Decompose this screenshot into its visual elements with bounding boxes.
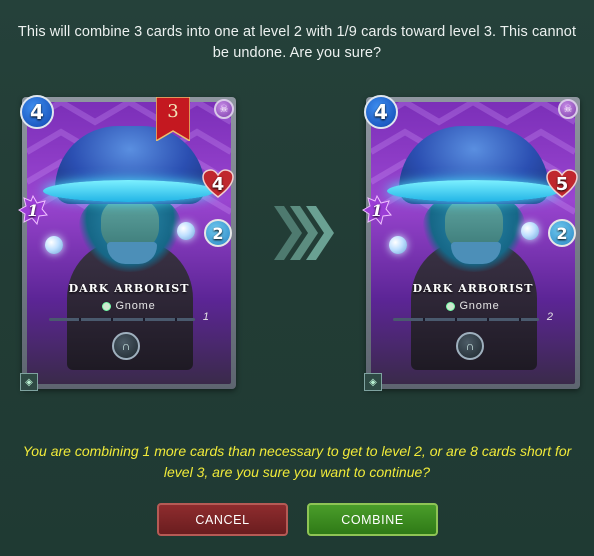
card-type: Gnome — [27, 300, 231, 312]
edition-icon: ◈ — [364, 373, 382, 391]
death-element-icon: ☠ — [558, 99, 578, 119]
card-art: DARK ARBORIST Gnome 2 ∩ — [371, 102, 575, 384]
edition-icon: ◈ — [20, 373, 38, 391]
magic-attack-stat: 1 — [18, 195, 48, 225]
magic-value: 1 — [27, 200, 39, 220]
death-element-icon: ☠ — [214, 99, 234, 119]
armor-stat: 2 — [204, 219, 232, 247]
confirm-message: This will combine 3 cards into one at le… — [17, 24, 577, 61]
ability-icon: ∩ — [112, 332, 140, 360]
magic-attack-stat: 1 — [362, 195, 392, 225]
armor-stat: 2 — [548, 219, 576, 247]
card-level: 1 — [202, 311, 209, 323]
ability-icon: ∩ — [456, 332, 484, 360]
combine-count-ribbon: 3 — [155, 96, 191, 143]
glowing-orb-left — [389, 236, 407, 254]
cancel-button[interactable]: CANCEL — [157, 503, 288, 536]
magic-value: 1 — [371, 200, 383, 220]
card-name: DARK ARBORIST — [412, 282, 534, 295]
card-art: DARK ARBORIST Gnome 1 ∩ — [27, 102, 231, 384]
health-value: 4 — [211, 173, 225, 195]
card-type-label: Gnome — [115, 300, 156, 312]
card-type: Gnome — [371, 300, 575, 312]
health-stat: 4 — [202, 169, 234, 199]
combine-arrow-icon — [274, 206, 334, 260]
combine-count: 3 — [167, 101, 179, 122]
health-stat: 5 — [546, 169, 578, 199]
combine-button[interactable]: COMBINE — [307, 503, 438, 536]
glowing-orb-left — [45, 236, 63, 254]
mana-cost: 4 — [20, 95, 54, 129]
gnome-type-icon — [446, 301, 456, 311]
card-level: 2 — [546, 311, 553, 323]
gnome-type-icon — [102, 301, 112, 311]
level-progress-bar — [393, 318, 539, 321]
warning-message: You are combining 1 more cards than nece… — [22, 443, 572, 480]
card-type-label: Gnome — [459, 300, 500, 312]
glowing-orb-right — [521, 222, 539, 240]
health-value: 5 — [555, 173, 569, 195]
mushroom-hat-rim — [387, 180, 559, 202]
card-name: DARK ARBORIST — [68, 282, 190, 295]
card-after-combine: DARK ARBORIST Gnome 2 ∩ 4 ☠ 5 2 1 ◈ — [362, 95, 580, 391]
mushroom-hat-rim — [43, 180, 215, 202]
glowing-orb-right — [177, 222, 195, 240]
card-before-combine: DARK ARBORIST Gnome 1 ∩ 4 ☠ 3 4 2 1 ◈ — [18, 95, 236, 391]
level-progress-bar — [49, 318, 195, 321]
mana-cost: 4 — [364, 95, 398, 129]
